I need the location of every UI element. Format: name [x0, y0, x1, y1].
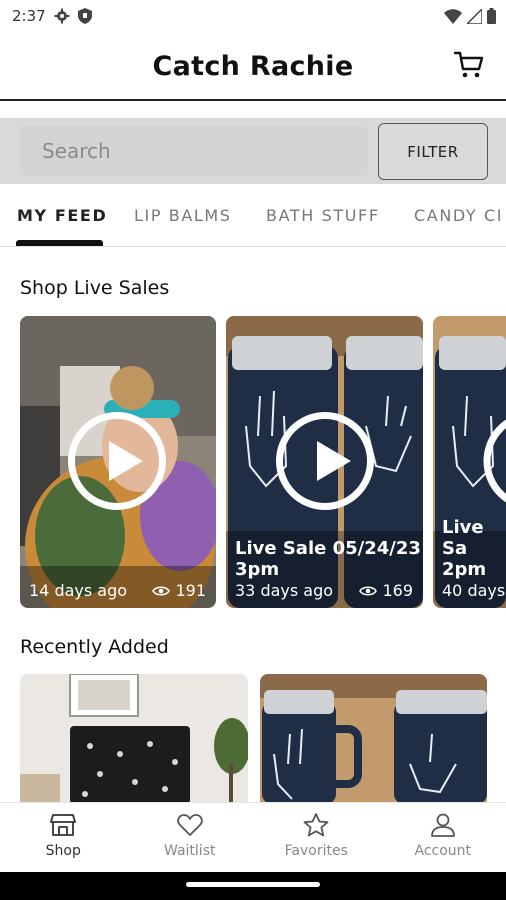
tab-bath-stuff[interactable]: BATH STUFF — [266, 206, 380, 225]
nav-waitlist-label: Waitlist — [164, 843, 216, 859]
play-icon[interactable] — [68, 412, 166, 510]
star-icon — [303, 813, 329, 837]
product-thumbnail — [260, 674, 487, 804]
nav-favorites[interactable]: Favorites — [253, 803, 380, 872]
nav-shop[interactable]: Shop — [0, 803, 127, 872]
status-time: 2:37 — [12, 7, 46, 25]
shield-icon — [77, 8, 92, 24]
live-sale-title: Live Sale 05/24/23 3pm — [235, 538, 421, 580]
product-thumbnail — [20, 674, 248, 804]
nav-waitlist[interactable]: Waitlist — [127, 803, 254, 872]
tabs-divider — [0, 246, 506, 247]
page-title: Catch Rachie — [152, 50, 354, 82]
nav-account[interactable]: Account — [380, 803, 506, 872]
live-sale-views: 169 — [359, 581, 413, 600]
live-sale-title: Live Sa 2pm — [442, 517, 487, 580]
live-sales-heading: Shop Live Sales — [20, 277, 170, 299]
header-divider — [0, 99, 506, 101]
tab-my-feed[interactable]: MY FEED — [17, 206, 107, 225]
eye-icon — [152, 585, 171, 596]
live-sale-views: 191 — [152, 581, 206, 600]
live-sale-age: 40 days — [442, 581, 506, 600]
view-count: 191 — [175, 581, 206, 600]
settings-icon — [54, 8, 70, 24]
product-card[interactable] — [20, 674, 248, 804]
live-sale-card[interactable]: 14 days ago 191 — [20, 316, 216, 608]
search-placeholder: Search — [42, 139, 111, 163]
recently-added-heading: Recently Added — [20, 636, 169, 658]
eye-icon — [359, 585, 378, 596]
heart-icon — [177, 814, 203, 836]
home-indicator[interactable] — [186, 882, 320, 887]
live-sale-age: 33 days ago — [235, 581, 334, 600]
shop-icon — [50, 814, 77, 836]
nav-account-label: Account — [414, 843, 472, 859]
battery-icon — [487, 8, 496, 24]
cart-icon[interactable] — [454, 50, 484, 80]
nav-shop-label: Shop — [45, 843, 81, 859]
view-count: 169 — [382, 581, 413, 600]
wifi-icon — [444, 8, 462, 24]
person-icon — [430, 813, 455, 837]
live-sale-age: 14 days ago — [29, 581, 128, 600]
search-input[interactable]: Search — [20, 126, 368, 176]
filter-button[interactable]: FILTER — [378, 123, 488, 180]
app-header: Catch Rachie — [0, 32, 506, 100]
product-card[interactable] — [260, 674, 487, 804]
play-icon[interactable] — [276, 412, 374, 510]
category-tabs: MY FEED LIP BALMS BATH STUFF CANDY CI — [0, 196, 506, 246]
cellular-icon — [467, 8, 482, 24]
status-bar: 2:37 — [0, 0, 506, 32]
live-sale-card[interactable]: Live Sa 2pm 40 days — [433, 316, 506, 608]
tab-candy[interactable]: CANDY CI — [414, 206, 503, 225]
nav-favorites-label: Favorites — [284, 843, 348, 859]
bottom-navigation: Shop Waitlist Favorites Account — [0, 802, 506, 872]
tab-lip-balms[interactable]: LIP BALMS — [134, 206, 232, 225]
live-sale-card[interactable]: Live Sale 05/24/23 3pm 33 days ago 169 — [226, 316, 423, 608]
